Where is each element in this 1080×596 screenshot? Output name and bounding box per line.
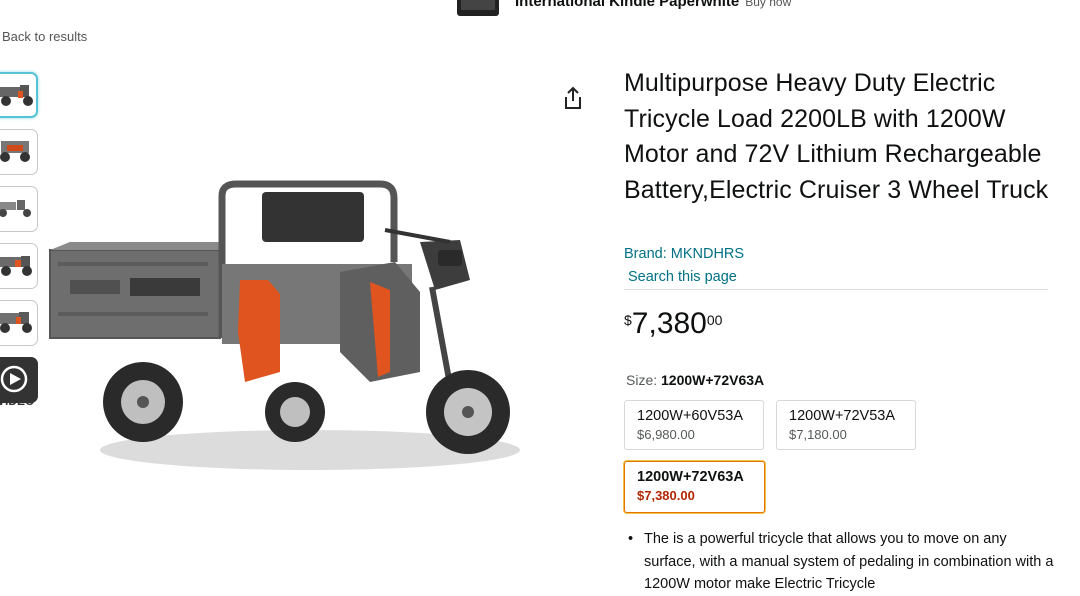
feature-bullet: The is a powerful tricycle that allows y…	[624, 528, 1054, 596]
divider	[624, 289, 1048, 290]
video-label: VIDEO	[0, 394, 35, 408]
thumbnail-3[interactable]	[0, 186, 38, 232]
back-to-results-link[interactable]: Back to results	[2, 29, 87, 44]
banner-title: International Kindle Paperwhite Buy now	[515, 0, 791, 10]
brand-link[interactable]: Brand: MKNDHRS	[624, 246, 744, 262]
size-option-3-selected[interactable]: 1200W+72V63A $7,380.00	[624, 461, 765, 513]
thumbnail-5[interactable]	[0, 300, 38, 346]
product-title: Multipurpose Heavy Duty Electric Tricycl…	[624, 69, 1049, 204]
selected-size: 1200W+72V63A	[661, 372, 765, 388]
price-whole: 7,380	[631, 307, 707, 340]
thumbnail-2[interactable]	[0, 129, 38, 175]
price: $ 7,380 00	[624, 306, 722, 342]
thumbnail-strip	[0, 72, 40, 414]
share-icon[interactable]	[562, 86, 584, 110]
top-banner[interactable]: International Kindle Paperwhite Buy now	[455, 0, 791, 16]
size-option-name: 1200W+72V53A	[789, 408, 896, 424]
size-option-name: 1200W+72V63A	[637, 469, 744, 485]
size-option-name: 1200W+60V53A	[637, 408, 744, 424]
size-option-1[interactable]: 1200W+60V53A $6,980.00	[624, 400, 764, 450]
banner-subtitle: Buy now	[745, 0, 792, 9]
price-fraction: 00	[706, 312, 723, 328]
main-product-image[interactable]	[40, 172, 530, 492]
price-symbol: $	[624, 312, 632, 328]
size-option-price: $6,980.00	[637, 427, 695, 442]
size-label: Size: 1200W+72V63A	[626, 372, 765, 388]
size-option-price: $7,380.00	[637, 488, 695, 503]
kindle-icon	[457, 0, 499, 16]
search-this-page-link[interactable]: Search this page	[628, 269, 737, 285]
feature-bullets: The is a powerful tricycle that allows y…	[624, 528, 1054, 596]
thumbnail-4[interactable]	[0, 243, 38, 289]
size-option-2[interactable]: 1200W+72V53A $7,180.00	[776, 400, 916, 450]
size-option-price: $7,180.00	[789, 427, 847, 442]
thumbnail-1[interactable]	[0, 72, 38, 118]
